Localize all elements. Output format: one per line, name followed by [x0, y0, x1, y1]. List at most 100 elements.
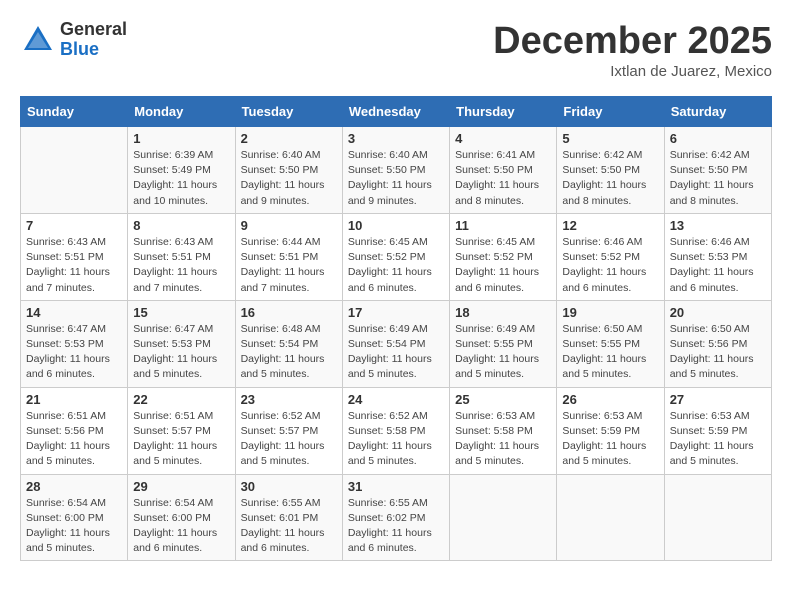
calendar-cell: 2Sunrise: 6:40 AMSunset: 5:50 PMDaylight…: [235, 127, 342, 214]
calendar-cell: 11Sunrise: 6:45 AMSunset: 5:52 PMDayligh…: [450, 213, 557, 300]
day-number: 7: [26, 218, 122, 233]
calendar-cell: 1 Sunrise: 6:39 AMSunset: 5:49 PMDaylight…: [128, 127, 235, 214]
day-info: Sunrise: 6:50 AMSunset: 5:56 PMDaylight:…: [670, 322, 766, 383]
day-number: 30: [241, 479, 337, 494]
day-number: 12: [562, 218, 658, 233]
logo-text: General Blue: [60, 20, 127, 60]
column-header-monday: Monday: [128, 97, 235, 127]
calendar-cell: 13 Sunrise: 6:46 AMSunset: 5:53 PMDayligh…: [664, 213, 771, 300]
calendar-cell: 9 Sunrise: 6:44 AMSunset: 5:51 PMDaylight…: [235, 213, 342, 300]
calendar-cell: 17Sunrise: 6:49 AMSunset: 5:54 PMDayligh…: [342, 300, 449, 387]
day-number: 15: [133, 305, 229, 320]
logo-blue: Blue: [60, 40, 127, 60]
day-number: 10: [348, 218, 444, 233]
column-header-wednesday: Wednesday: [342, 97, 449, 127]
day-info: Sunrise: 6:49 AMSunset: 5:54 PMDaylight:…: [348, 322, 444, 383]
calendar-cell: 25 Sunrise: 6:53 AMSunset: 5:58 PMDayligh…: [450, 387, 557, 474]
calendar-header: SundayMondayTuesdayWednesdayThursdayFrid…: [21, 97, 772, 127]
header-row: SundayMondayTuesdayWednesdayThursdayFrid…: [21, 97, 772, 127]
column-header-sunday: Sunday: [21, 97, 128, 127]
calendar-table: SundayMondayTuesdayWednesdayThursdayFrid…: [20, 96, 772, 561]
calendar-cell: 14 Sunrise: 6:47 AMSunset: 5:53 PMDayligh…: [21, 300, 128, 387]
day-number: 4: [455, 131, 551, 146]
page-header: General Blue December 2025 Ixtlan de Jua…: [20, 20, 772, 80]
calendar-cell: [21, 127, 128, 214]
day-number: 3: [348, 131, 444, 146]
calendar-cell: 28 Sunrise: 6:54 AMSunset: 6:00 PMDayligh…: [21, 474, 128, 561]
day-info: Sunrise: 6:39 AMSunset: 5:49 PMDaylight:…: [133, 148, 229, 209]
calendar-cell: 15Sunrise: 6:47 AMSunset: 5:53 PMDayligh…: [128, 300, 235, 387]
day-number: 16: [241, 305, 337, 320]
calendar-cell: 26 Sunrise: 6:53 AMSunset: 5:59 PMDayligh…: [557, 387, 664, 474]
column-header-saturday: Saturday: [664, 97, 771, 127]
calendar-cell: 7Sunrise: 6:43 AMSunset: 5:51 PMDaylight…: [21, 213, 128, 300]
day-number: 18: [455, 305, 551, 320]
calendar-cell: 10 Sunrise: 6:45 AMSunset: 5:52 PMDayligh…: [342, 213, 449, 300]
calendar-body: 1 Sunrise: 6:39 AMSunset: 5:49 PMDaylight…: [21, 127, 772, 561]
column-header-friday: Friday: [557, 97, 664, 127]
calendar-cell: 24 Sunrise: 6:52 AMSunset: 5:58 PMDayligh…: [342, 387, 449, 474]
calendar-cell: 31 Sunrise: 6:55 AMSunset: 6:02 PMDayligh…: [342, 474, 449, 561]
calendar-cell: 22Sunrise: 6:51 AMSunset: 5:57 PMDayligh…: [128, 387, 235, 474]
day-info: Sunrise: 6:45 AMSunset: 5:52 PMDaylight:…: [348, 235, 444, 296]
week-row: 7 Sunrise: 6:43 AMSunset: 5:51 PMDaylight…: [21, 213, 772, 300]
calendar-cell: 30 Sunrise: 6:55 AMSunset: 6:01 PMDayligh…: [235, 474, 342, 561]
calendar-cell: 23Sunrise: 6:52 AMSunset: 5:57 PMDayligh…: [235, 387, 342, 474]
day-info: Sunrise: 6:46 AMSunset: 5:53 PMDaylight:…: [670, 235, 766, 296]
day-info: Sunrise: 6:50 AMSunset: 5:55 PMDaylight:…: [562, 322, 658, 383]
day-number: 9: [241, 218, 337, 233]
day-info: Sunrise: 6:48 AMSunset: 5:54 PMDaylight:…: [241, 322, 337, 383]
calendar-cell: 18 Sunrise: 6:49 AMSunset: 5:55 PMDayligh…: [450, 300, 557, 387]
day-info: Sunrise: 6:53 AMSunset: 5:59 PMDaylight:…: [670, 409, 766, 470]
calendar-cell: 6 Sunrise: 6:42 AMSunset: 5:50 PMDaylight…: [664, 127, 771, 214]
month-title: December 2025: [493, 20, 772, 63]
day-info: Sunrise: 6:52 AMSunset: 5:58 PMDaylight:…: [348, 409, 444, 470]
day-info: Sunrise: 6:46 AMSunset: 5:52 PMDaylight:…: [562, 235, 658, 296]
day-number: 24: [348, 392, 444, 407]
day-number: 20: [670, 305, 766, 320]
day-number: 13: [670, 218, 766, 233]
week-row: 21Sunrise: 6:51 AMSunset: 5:56 PMDayligh…: [21, 387, 772, 474]
day-info: Sunrise: 6:54 AMSunset: 6:00 PMDaylight:…: [133, 496, 229, 557]
day-number: 26: [562, 392, 658, 407]
week-row: 1 Sunrise: 6:39 AMSunset: 5:49 PMDaylight…: [21, 127, 772, 214]
day-number: 25: [455, 392, 551, 407]
calendar-cell: 12 Sunrise: 6:46 AMSunset: 5:52 PMDayligh…: [557, 213, 664, 300]
calendar-cell: [664, 474, 771, 561]
day-info: Sunrise: 6:49 AMSunset: 5:55 PMDaylight:…: [455, 322, 551, 383]
day-number: 14: [26, 305, 122, 320]
day-number: 5: [562, 131, 658, 146]
day-number: 19: [562, 305, 658, 320]
day-info: Sunrise: 6:43 AMSunset: 5:51 PMDaylight:…: [133, 235, 229, 296]
logo-general: General: [60, 20, 127, 40]
day-info: Sunrise: 6:55 AMSunset: 6:01 PMDaylight:…: [241, 496, 337, 557]
day-number: 22: [133, 392, 229, 407]
calendar-cell: 16 Sunrise: 6:48 AMSunset: 5:54 PMDayligh…: [235, 300, 342, 387]
logo: General Blue: [20, 20, 127, 60]
calendar-cell: [557, 474, 664, 561]
day-number: 28: [26, 479, 122, 494]
day-number: 21: [26, 392, 122, 407]
day-info: Sunrise: 6:52 AMSunset: 5:57 PMDaylight:…: [241, 409, 337, 470]
calendar-cell: 3Sunrise: 6:40 AMSunset: 5:50 PMDaylight…: [342, 127, 449, 214]
day-info: Sunrise: 6:41 AMSunset: 5:50 PMDaylight:…: [455, 148, 551, 209]
day-info: Sunrise: 6:54 AMSunset: 6:00 PMDaylight:…: [26, 496, 122, 557]
day-number: 29: [133, 479, 229, 494]
day-number: 2: [241, 131, 337, 146]
day-number: 31: [348, 479, 444, 494]
title-block: December 2025 Ixtlan de Juarez, Mexico: [493, 20, 772, 80]
day-info: Sunrise: 6:53 AMSunset: 5:58 PMDaylight:…: [455, 409, 551, 470]
column-header-thursday: Thursday: [450, 97, 557, 127]
calendar-cell: 5Sunrise: 6:42 AMSunset: 5:50 PMDaylight…: [557, 127, 664, 214]
day-info: Sunrise: 6:47 AMSunset: 5:53 PMDaylight:…: [26, 322, 122, 383]
day-info: Sunrise: 6:53 AMSunset: 5:59 PMDaylight:…: [562, 409, 658, 470]
day-number: 1: [133, 131, 229, 146]
day-info: Sunrise: 6:44 AMSunset: 5:51 PMDaylight:…: [241, 235, 337, 296]
week-row: 28 Sunrise: 6:54 AMSunset: 6:00 PMDayligh…: [21, 474, 772, 561]
column-header-tuesday: Tuesday: [235, 97, 342, 127]
day-info: Sunrise: 6:55 AMSunset: 6:02 PMDaylight:…: [348, 496, 444, 557]
day-number: 6: [670, 131, 766, 146]
calendar-cell: 21Sunrise: 6:51 AMSunset: 5:56 PMDayligh…: [21, 387, 128, 474]
day-info: Sunrise: 6:42 AMSunset: 5:50 PMDaylight:…: [670, 148, 766, 209]
day-number: 27: [670, 392, 766, 407]
